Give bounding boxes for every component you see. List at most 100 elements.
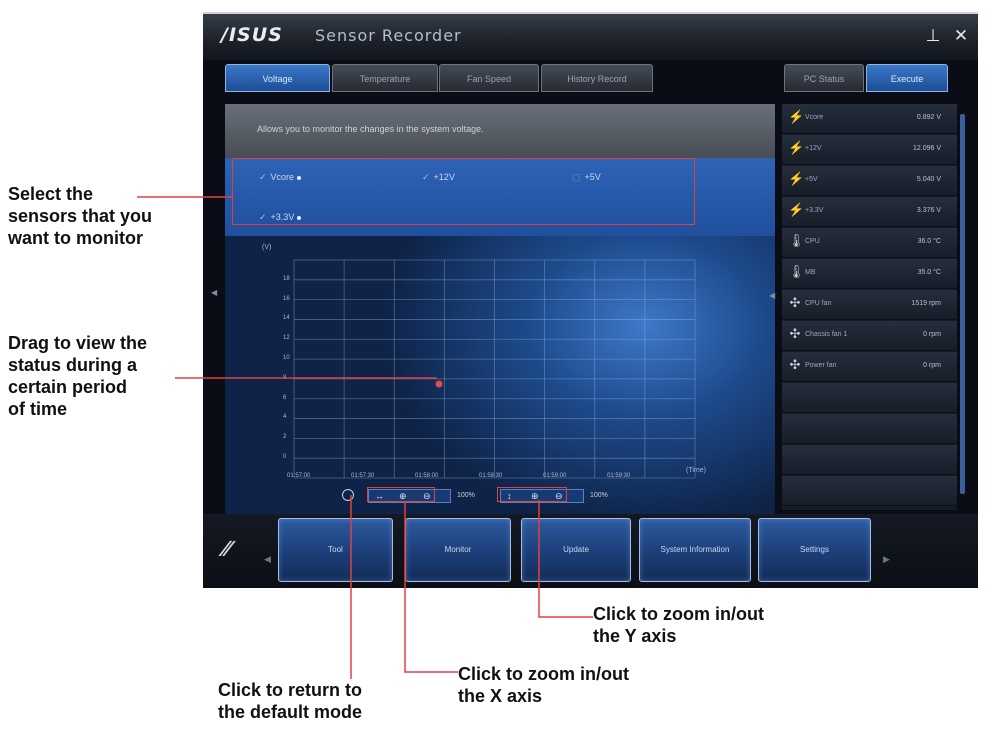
chart-drag-handle[interactable] xyxy=(435,380,443,388)
description-text: Allows you to monitor the changes in the… xyxy=(257,124,484,134)
sensor-row-empty xyxy=(782,414,957,444)
nav-next-icon[interactable]: ▶ xyxy=(883,554,890,565)
tab-fan-speed[interactable]: Fan Speed xyxy=(439,64,539,92)
callout-return-default: Click to return to the default mode xyxy=(218,680,363,722)
asus-logo: /ISUS xyxy=(221,24,283,46)
nav-prev-icon[interactable]: ◀ xyxy=(264,554,271,565)
sensor-value: 0 rpm xyxy=(923,331,941,338)
minimize-button[interactable]: ⊥ xyxy=(924,26,942,45)
nav-button-update[interactable]: Update xyxy=(521,518,631,582)
sensor-row: ✣ Chassis fan 1 0 rpm xyxy=(782,321,957,351)
sensor-value: 12.096 V xyxy=(912,145,941,152)
y-tick-label: 8 xyxy=(283,374,287,381)
callout-highlight-zoom-y xyxy=(497,487,567,502)
sensor-row: ⚡ +5V 5.040 V xyxy=(782,166,957,196)
scroll-left-icon[interactable]: ◀ xyxy=(211,288,217,297)
sensor-name: CPU fan xyxy=(805,300,832,307)
description-bar: Allows you to monitor the changes in the… xyxy=(225,104,775,158)
tab-voltage[interactable]: Voltage xyxy=(225,64,330,92)
reset-default-icon[interactable] xyxy=(342,489,354,501)
nav-button-monitor[interactable]: Monitor xyxy=(405,518,511,582)
x-tick-label: 01:59:30 xyxy=(607,473,631,479)
callout-drag-view: Drag to view the status during a certain… xyxy=(8,333,148,419)
thermometer-icon: 🌡 xyxy=(788,233,805,248)
sensor-row: ⚡ +12V 12.096 V xyxy=(782,135,957,165)
ai-suite-logo: ∕∕ xyxy=(223,536,231,561)
nav-button-settings[interactable]: Settings xyxy=(758,518,871,582)
nav-label: Settings xyxy=(800,545,829,554)
sensor-row: ✣ Power fan 0 rpm xyxy=(782,352,957,382)
panel-scrollbar[interactable] xyxy=(960,114,965,494)
fan-icon: ✣ xyxy=(789,326,801,341)
sensor-name: Vcore xyxy=(805,114,824,121)
fan-icon: ✣ xyxy=(789,295,801,310)
thermometer-icon: 🌡 xyxy=(788,264,805,279)
y-tick-label: 6 xyxy=(283,394,287,401)
sensor-row: 🌡 MB 35.0 °C xyxy=(782,259,957,289)
nav-label: System Information xyxy=(660,545,730,554)
sensor-name: CPU xyxy=(805,238,820,245)
lightning-icon: ⚡ xyxy=(788,109,805,124)
fan-icon: ✣ xyxy=(789,357,801,372)
x-tick-label: 01:57:30 xyxy=(351,473,375,479)
tab-execute[interactable]: Execute xyxy=(866,64,948,92)
y-tick-label: 4 xyxy=(283,414,287,421)
sensor-row: ✣ CPU fan 1519 rpm xyxy=(782,290,957,320)
sensor-value: 0.892 V xyxy=(916,114,941,121)
sensor-value: 3.376 V xyxy=(916,207,941,214)
sensor-value: 1519 rpm xyxy=(911,300,941,307)
y-axis-unit: (V) xyxy=(262,244,272,251)
sensor-value: 5.040 V xyxy=(916,176,941,183)
sensor-recorder-window: /ISUS Sensor Recorder ⊥ ✕ Voltage Temper… xyxy=(203,12,978,588)
sensor-status-panel: ⚡ Vcore 0.892 V ⚡ +12V 12.096 V ⚡ +5V 5.040 V ⚡ +3… xyxy=(782,104,957,510)
callout-highlight-zoom-x xyxy=(367,487,435,502)
nav-button-system-information[interactable]: System Information xyxy=(639,518,751,582)
x-tick-label: 01:57:00 xyxy=(287,473,311,479)
sensor-row: ⚡ Vcore 0.892 V xyxy=(782,104,957,134)
sensor-row-empty xyxy=(782,383,957,413)
lightning-icon: ⚡ xyxy=(788,171,805,186)
scroll-right-icon[interactable]: ◀ xyxy=(769,291,775,300)
lightning-icon: ⚡ xyxy=(788,140,805,155)
sensor-name: MB xyxy=(805,269,816,276)
x-tick-label: 01:59:00 xyxy=(543,473,567,479)
sensor-name: Chassis fan 1 xyxy=(805,331,848,338)
sensor-value: 0 rpm xyxy=(923,362,941,369)
sensor-name: +12V xyxy=(805,145,822,152)
nav-label: Monitor xyxy=(444,545,472,554)
lightning-icon: ⚡ xyxy=(788,202,805,217)
sensor-row: 🌡 CPU 36.0 °C xyxy=(782,228,957,258)
nav-button-tool[interactable]: Tool xyxy=(278,518,393,582)
sensor-name: +3.3V xyxy=(805,207,824,214)
callout-highlight-sensors xyxy=(232,158,695,225)
callout-zoom-x: Click to zoom in/out the X axis xyxy=(458,664,629,706)
x-tick-label: 01:58:30 xyxy=(479,473,503,479)
callout-select-sensors: Select the sensors that you want to moni… xyxy=(8,184,153,248)
app-title: Sensor Recorder xyxy=(315,26,462,45)
sensor-name: +5V xyxy=(805,176,818,183)
close-button[interactable]: ✕ xyxy=(952,26,970,45)
sensor-value: 35.0 °C xyxy=(917,269,941,276)
y-tick-label: 16 xyxy=(283,295,290,302)
sensor-row: ⚡ +3.3V 3.376 V xyxy=(782,197,957,227)
title-bar: /ISUS Sensor Recorder ⊥ ✕ xyxy=(203,14,978,60)
x-axis-unit: (Time) xyxy=(686,467,706,474)
nav-label: Tool xyxy=(328,545,343,554)
y-tick-label: 18 xyxy=(283,275,290,282)
chart-grid xyxy=(293,259,696,479)
y-tick-label: 14 xyxy=(283,315,290,322)
tab-temperature[interactable]: Temperature xyxy=(332,64,438,92)
sensor-row-empty xyxy=(782,445,957,475)
tab-pc-status[interactable]: PC Status xyxy=(784,64,864,92)
sensor-name: Power fan xyxy=(805,362,837,369)
tab-history-record[interactable]: History Record xyxy=(541,64,653,92)
sensor-row-empty xyxy=(782,476,957,506)
y-tick-label: 2 xyxy=(283,434,287,441)
x-tick-label: 01:58:00 xyxy=(415,473,439,479)
y-tick-label: 12 xyxy=(283,335,290,342)
sensor-value: 36.0 °C xyxy=(917,238,941,245)
nav-label: Update xyxy=(563,545,589,554)
zoom-x-value: 100% xyxy=(457,492,475,499)
zoom-y-value: 100% xyxy=(590,492,608,499)
y-tick-label: 0 xyxy=(283,454,287,460)
